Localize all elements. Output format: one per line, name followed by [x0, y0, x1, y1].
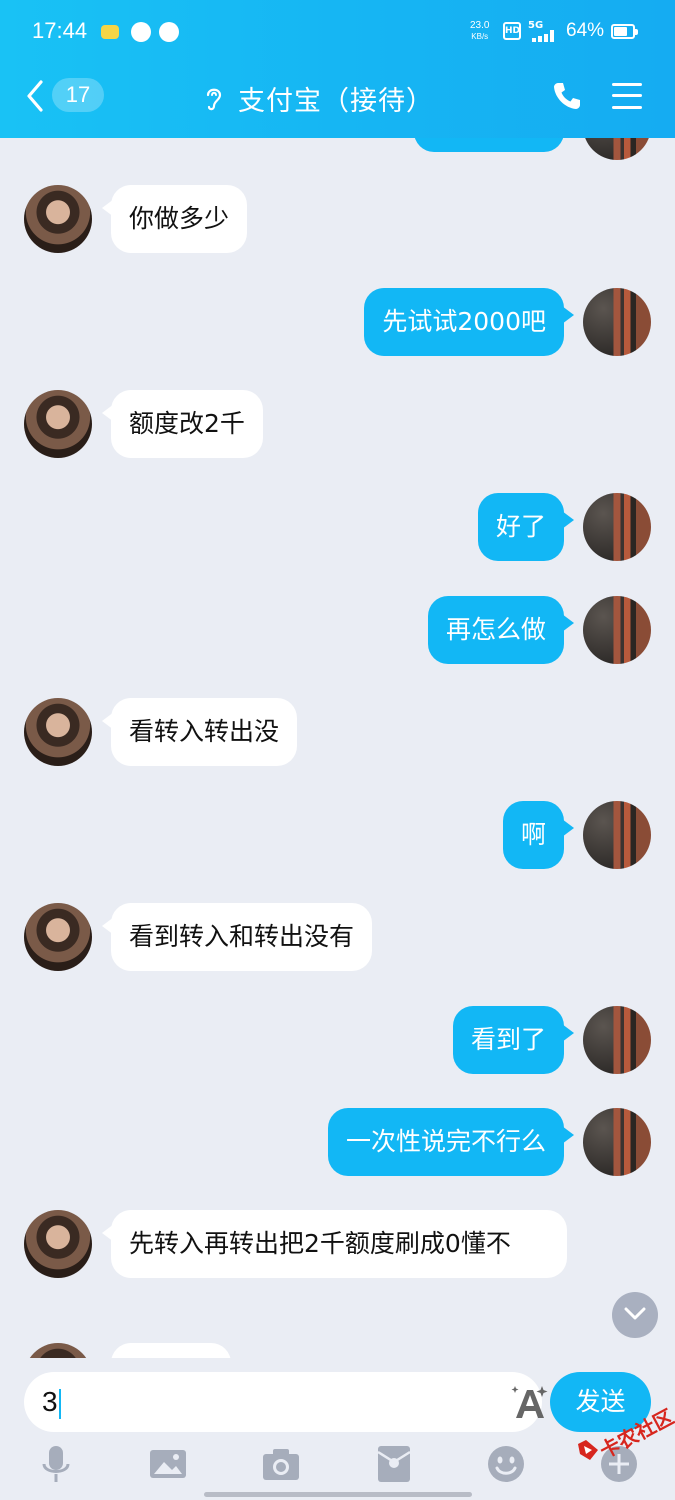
chat-title-area[interactable]: 支付宝（接待） — [200, 78, 434, 118]
emoji-icon[interactable] — [486, 1444, 526, 1484]
message-bubble[interactable]: 看转入转出没 — [101, 698, 298, 766]
status-time: 17:44 — [32, 18, 88, 43]
message-input[interactable]: 3 — [24, 1372, 548, 1432]
my-avatar[interactable] — [583, 596, 651, 664]
my-avatar[interactable] — [583, 1006, 651, 1074]
message-bubble[interactable]: 看到转入和转出没有 — [101, 903, 373, 971]
watermark-text: 卡农社区 — [595, 1404, 675, 1464]
home-indicator — [204, 1492, 472, 1497]
text-style-icon[interactable] — [510, 1384, 550, 1420]
my-avatar — [583, 138, 651, 160]
red-packet-icon[interactable] — [374, 1444, 414, 1484]
message-list[interactable]: 你做多少 先试试2000吧 额度改2千 好了 再怎么做 看转入转出没 啊 看到转… — [0, 138, 675, 1358]
network-speed: 23.0 KB/s — [470, 20, 490, 41]
message-bubble-cut-off — [414, 138, 564, 152]
peer-avatar[interactable] — [24, 903, 92, 971]
my-avatar[interactable] — [583, 493, 651, 561]
message-input-value: 3 — [42, 1386, 58, 1417]
microphone-icon[interactable] — [36, 1444, 76, 1484]
back-button[interactable]: 17 — [22, 76, 112, 116]
battery-percent: 64% — [566, 20, 605, 41]
hd-icon: HD — [503, 22, 521, 40]
message-bubble[interactable]: 一次性说完不行么 — [327, 1108, 575, 1176]
image-icon[interactable] — [148, 1444, 188, 1484]
chat-title: 支付宝（接待） — [238, 85, 434, 117]
message-bubble[interactable]: 先转入再转出把2千额度刷成0懂不 — [102, 1210, 567, 1278]
my-avatar[interactable] — [583, 288, 651, 356]
message-bubble[interactable]: 好了 — [477, 493, 575, 561]
message-bubble[interactable]: 啊 — [502, 801, 575, 869]
chevron-left-icon — [27, 80, 43, 112]
app-notification-icon — [101, 25, 119, 39]
message-bubble[interactable]: 你做多少 — [101, 185, 248, 253]
my-avatar[interactable] — [583, 1108, 651, 1176]
phone-icon[interactable] — [551, 80, 583, 112]
camera-icon[interactable] — [261, 1444, 301, 1484]
unread-count-badge: 17 — [52, 78, 104, 112]
message-notification-icon — [131, 22, 151, 42]
peer-avatar[interactable] — [24, 390, 92, 458]
scroll-to-bottom-button[interactable] — [612, 1292, 658, 1338]
peer-avatar[interactable] — [24, 1210, 92, 1278]
message-bubble-cut-off — [102, 1343, 231, 1358]
chevron-down-icon — [624, 1307, 646, 1320]
text-cursor — [58, 1388, 61, 1419]
menu-icon[interactable] — [612, 82, 642, 110]
signal-icon — [532, 30, 554, 42]
message-bubble[interactable]: 看到了 — [452, 1006, 575, 1074]
watermark: 卡农社区 — [574, 1404, 675, 1464]
message-bubble[interactable]: 再怎么做 — [427, 596, 575, 664]
peer-avatar[interactable] — [24, 698, 92, 766]
status-bar: 17:44 23.0 KB/s HD 5G 64% — [0, 0, 675, 66]
peer-avatar[interactable] — [24, 185, 92, 253]
message-bubble[interactable]: 先试试2000吧 — [364, 288, 574, 356]
my-avatar[interactable] — [583, 801, 651, 869]
earpiece-mode-icon — [206, 88, 222, 111]
sync-notification-icon — [159, 22, 179, 42]
message-bubble[interactable]: 额度改2千 — [102, 390, 263, 458]
peer-avatar — [24, 1343, 92, 1358]
chat-header: 17:44 23.0 KB/s HD 5G 64% 17 支付宝（接待） — [0, 0, 675, 138]
battery-icon — [611, 24, 638, 39]
